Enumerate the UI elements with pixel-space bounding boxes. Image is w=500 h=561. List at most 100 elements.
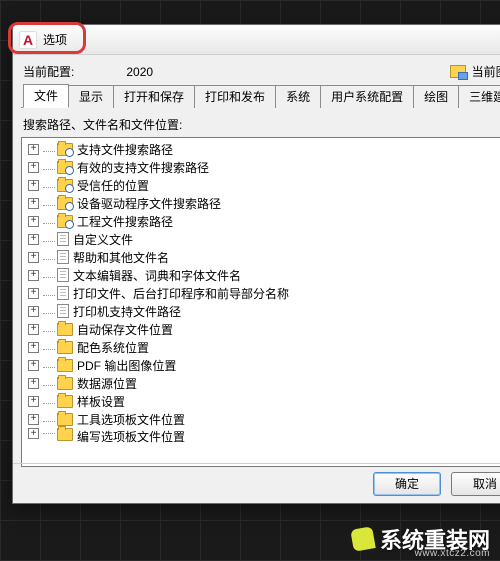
expand-icon[interactable]: + (28, 144, 39, 155)
tree-item[interactable]: + 帮助和其他文件名 (22, 248, 500, 266)
drawing-icon (450, 65, 466, 78)
folder-closed-icon (57, 359, 73, 372)
tree-item-label: 受信任的位置 (77, 177, 149, 194)
tree-connector (43, 290, 55, 296)
expand-icon[interactable]: + (28, 216, 39, 227)
doc-icon (57, 250, 69, 264)
tree-item[interactable]: + 自动保存文件位置 (22, 320, 500, 338)
tree-item[interactable]: + 工具选项板文件位置 (22, 410, 500, 428)
folder-closed-icon (57, 323, 73, 336)
tree-item-label: 支持文件搜索路径 (77, 141, 173, 158)
expand-icon[interactable]: + (28, 198, 39, 209)
tree-item[interactable]: + 数据源位置 (22, 374, 500, 392)
tree-connector (43, 218, 55, 224)
expand-icon[interactable]: + (28, 360, 39, 371)
tree-item[interactable]: + 受信任的位置 (22, 176, 500, 194)
tree-connector (43, 326, 55, 332)
tab-7[interactable]: 三维建模 (458, 85, 500, 108)
group-label: 搜索路径、文件名和文件位置: (23, 116, 500, 133)
tree-connector (43, 380, 55, 386)
tree-panel[interactable]: + 支持文件搜索路径 + 有效的支持文件搜索路径 + 受信任的位置 + 设备驱动程序文件搜索路… (21, 137, 500, 467)
expand-icon[interactable]: + (28, 288, 39, 299)
expand-icon[interactable]: + (28, 428, 39, 439)
tabstrip: 文件显示打开和保存打印和发布系统用户系统配置绘图三维建模选择 (21, 86, 500, 108)
tree-connector (43, 362, 55, 368)
tree-connector (43, 416, 55, 422)
watermark-url: www.xtcz2.com (415, 548, 490, 559)
config-row: 当前配置: 2020 当前图形: (21, 61, 500, 86)
tree-item-label: 工程文件搜索路径 (77, 213, 173, 230)
tree-item-label: PDF 输出图像位置 (77, 357, 176, 374)
tree-connector (43, 146, 55, 152)
tree-item-label: 文本编辑器、词典和字体文件名 (73, 267, 241, 284)
tree-item-label: 打印文件、后台打印程序和前导部分名称 (73, 285, 289, 302)
tree-connector (43, 254, 55, 260)
tree-connector (43, 308, 55, 314)
tab-4[interactable]: 系统 (275, 85, 321, 108)
tree-item[interactable]: +编写选项板文件位置 (22, 428, 500, 440)
folder-search-icon (57, 161, 73, 174)
expand-icon[interactable]: + (28, 180, 39, 191)
tree-connector (43, 344, 55, 350)
button-bar: 确定 取消 (13, 463, 500, 503)
tree-item-label: 样板设置 (77, 393, 125, 410)
expand-icon[interactable]: + (28, 342, 39, 353)
expand-icon[interactable]: + (28, 270, 39, 281)
folder-search-icon (57, 197, 73, 210)
tree-item[interactable]: + 支持文件搜索路径 (22, 140, 500, 158)
folder-search-icon (57, 143, 73, 156)
tab-6[interactable]: 绘图 (413, 85, 459, 108)
tree-connector (43, 398, 55, 404)
app-icon: A (19, 31, 37, 49)
expand-icon[interactable]: + (28, 414, 39, 425)
tree-item-label: 配色系统位置 (77, 339, 149, 356)
watermark-logo-icon (350, 526, 375, 551)
tree-connector (43, 272, 55, 278)
folder-closed-icon (57, 395, 73, 408)
doc-icon (57, 286, 69, 300)
tree-connector (43, 236, 55, 242)
folder-closed-icon (57, 428, 73, 441)
tree-item-label: 帮助和其他文件名 (73, 249, 169, 266)
doc-icon (57, 232, 69, 246)
tree-item[interactable]: + PDF 输出图像位置 (22, 356, 500, 374)
expand-icon[interactable]: + (28, 234, 39, 245)
tree-item[interactable]: + 自定义文件 (22, 230, 500, 248)
cancel-button[interactable]: 取消 (451, 472, 500, 496)
tree-item[interactable]: + 设备驱动程序文件搜索路径 (22, 194, 500, 212)
tab-2[interactable]: 打开和保存 (113, 85, 195, 108)
current-config-value: 2020 (126, 65, 153, 79)
tree-item-label: 有效的支持文件搜索路径 (77, 159, 209, 176)
expand-icon[interactable]: + (28, 162, 39, 173)
expand-icon[interactable]: + (28, 378, 39, 389)
tree-item-label: 自动保存文件位置 (77, 321, 173, 338)
tree-item-label: 自定义文件 (73, 231, 133, 248)
tree-item[interactable]: + 文本编辑器、词典和字体文件名 (22, 266, 500, 284)
expand-icon[interactable]: + (28, 324, 39, 335)
folder-search-icon (57, 179, 73, 192)
tab-3[interactable]: 打印和发布 (194, 85, 276, 108)
expand-icon[interactable]: + (28, 252, 39, 263)
dialog-title: 选项 (43, 31, 67, 48)
tree-item-label: 数据源位置 (77, 375, 137, 392)
expand-icon[interactable]: + (28, 396, 39, 407)
dialog-body: 当前配置: 2020 当前图形: 文件显示打开和保存打印和发布系统用户系统配置绘… (13, 55, 500, 463)
tree-item-label: 设备驱动程序文件搜索路径 (77, 195, 221, 212)
folder-closed-icon (57, 341, 73, 354)
tab-1[interactable]: 显示 (68, 85, 114, 108)
tree-item[interactable]: + 样板设置 (22, 392, 500, 410)
expand-icon[interactable]: + (28, 306, 39, 317)
tree-item-label: 工具选项板文件位置 (77, 411, 185, 428)
tree-item[interactable]: +打印机支持文件路径 (22, 302, 500, 320)
tab-0[interactable]: 文件 (23, 84, 69, 108)
current-drawing-label: 当前图形: (472, 63, 500, 80)
tree-item[interactable]: + 有效的支持文件搜索路径 (22, 158, 500, 176)
doc-icon (57, 304, 69, 318)
tab-5[interactable]: 用户系统配置 (320, 85, 414, 108)
tree-item[interactable]: + 打印文件、后台打印程序和前导部分名称 (22, 284, 500, 302)
tree-item[interactable]: + 工程文件搜索路径 (22, 212, 500, 230)
ok-button[interactable]: 确定 (373, 472, 441, 496)
dialog-titlebar[interactable]: A 选项 (13, 25, 500, 55)
tree-item[interactable]: + 配色系统位置 (22, 338, 500, 356)
options-dialog: A 选项 当前配置: 2020 当前图形: 文件显示打开和保存打印和发布系统用户… (12, 24, 500, 504)
